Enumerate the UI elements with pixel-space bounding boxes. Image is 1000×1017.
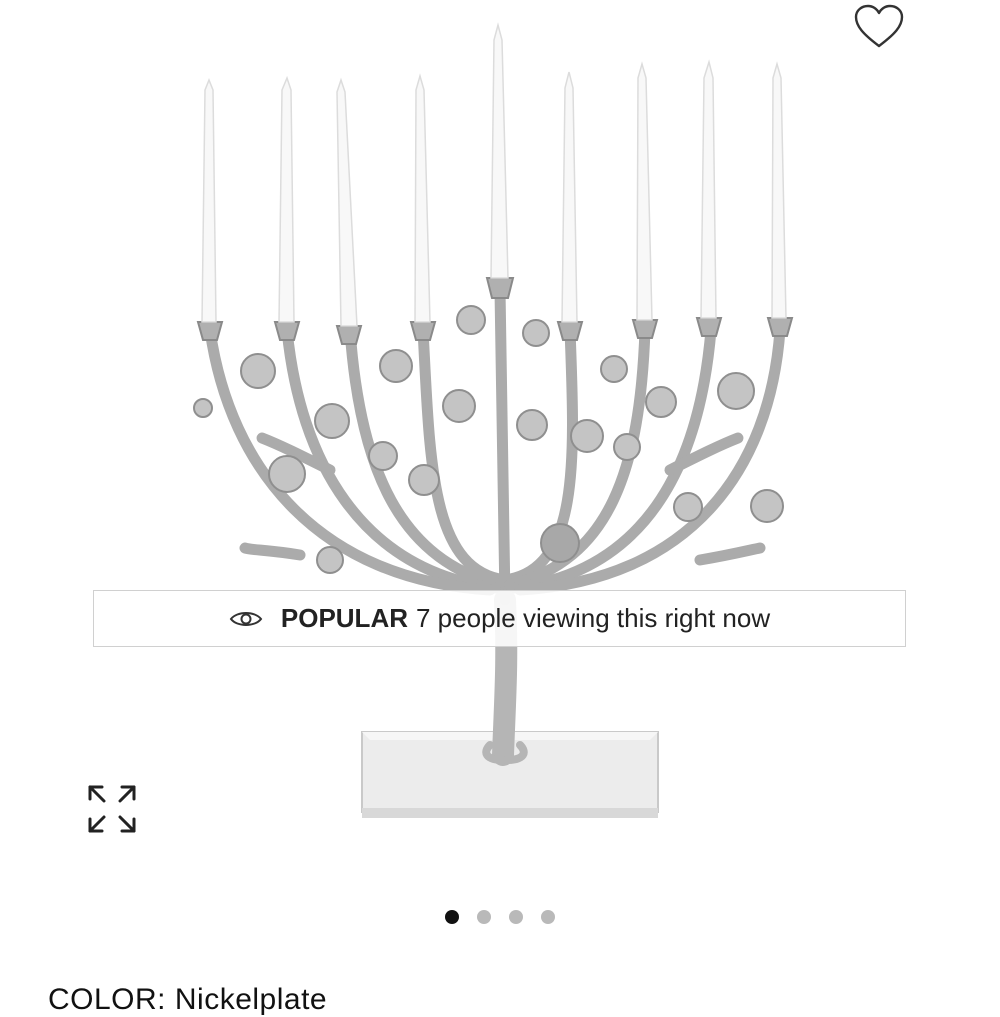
eye-icon [229,608,263,630]
carousel-pagination [0,910,1000,926]
popular-tag: POPULAR [280,603,408,633]
color-selection: COLOR: Nickelplate [48,983,327,1017]
heart-outline-icon [854,4,904,48]
carousel-dot[interactable] [477,910,491,924]
viewers-text: 7 people viewing this right now [416,603,771,633]
favorite-button[interactable] [848,0,910,54]
expand-image-button[interactable] [84,781,140,837]
carousel-dot[interactable] [509,910,523,924]
carousel-dot[interactable] [541,910,555,924]
expand-arrows-icon [88,785,136,833]
carousel-dot[interactable] [445,910,459,924]
product-image[interactable] [150,10,850,880]
popular-viewers-banner: POPULAR 7 people viewing this right now [93,590,906,647]
